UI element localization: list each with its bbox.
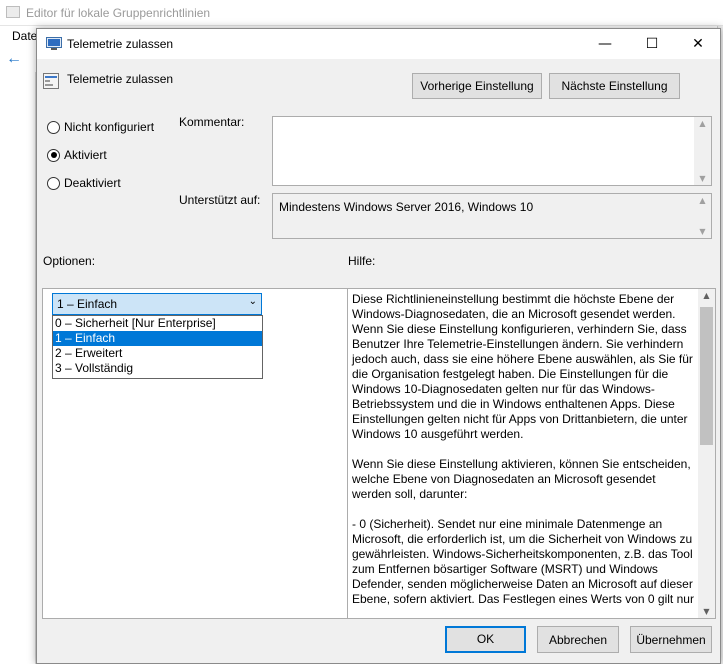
radio-not-configured-circle[interactable]	[47, 120, 60, 134]
telemetry-level-select[interactable]: 1 – Einfach ⌄	[52, 293, 262, 315]
apply-button[interactable]: Übernehmen	[630, 626, 712, 653]
telemetry-level-dropdown: 0 – Sicherheit [Nur Enterprise] 1 – Einf…	[52, 315, 263, 379]
radio-enabled-label: Aktiviert	[64, 148, 107, 162]
options-panel: 1 – Einfach ⌄ 0 – Sicherheit [Nur Enterp…	[42, 288, 367, 619]
help-scrollbar[interactable]: ▲ ▼	[698, 289, 715, 618]
help-scroll-thumb[interactable]	[700, 307, 713, 445]
chevron-down-icon[interactable]: ⌄	[249, 296, 257, 307]
radio-not-configured-label: Nicht konfiguriert	[64, 120, 155, 134]
options-label: Optionen:	[43, 254, 96, 268]
previous-setting-button[interactable]: Vorherige Einstellung	[412, 73, 542, 99]
minimize-icon[interactable]: —	[582, 29, 628, 59]
background-window-title: Editor für lokale Gruppenrichtlinien	[26, 6, 211, 20]
gpedit-app-icon	[6, 6, 20, 18]
close-icon[interactable]: ✕	[675, 29, 721, 59]
scroll-up-icon[interactable]: ▲	[702, 291, 711, 300]
scroll-up-icon[interactable]: ▲	[698, 196, 707, 205]
maximize-icon[interactable]: ☐	[629, 29, 675, 59]
scroll-down-icon[interactable]: ▼	[698, 174, 707, 183]
dropdown-option-full[interactable]: 3 – Vollständig	[53, 361, 262, 376]
background-titlebar: Editor für lokale Gruppenrichtlinien	[0, 0, 723, 26]
dropdown-option-security[interactable]: 0 – Sicherheit [Nur Enterprise]	[53, 316, 262, 331]
radio-enabled[interactable]: Aktiviert	[47, 146, 107, 164]
setting-header-title: Telemetrie zulassen	[67, 72, 174, 86]
help-paragraph: Diese Richtlinieneinstellung bestimmt di…	[352, 292, 693, 441]
radio-not-configured[interactable]: Nicht konfiguriert	[47, 118, 154, 136]
supported-scrollbar[interactable]: ▲ ▼	[694, 194, 711, 238]
help-paragraph: - 0 (Sicherheit). Sendet nur eine minima…	[352, 517, 694, 606]
scroll-down-icon[interactable]: ▼	[702, 607, 711, 616]
policy-setting-icon	[46, 37, 62, 50]
dropdown-option-enhanced[interactable]: 2 – Erweitert	[53, 346, 262, 361]
radio-enabled-circle[interactable]	[47, 148, 60, 162]
dialog-title: Telemetrie zulassen	[67, 37, 174, 51]
telemetry-dialog: Telemetrie zulassen — ☐ ✕ Telemetrie zul…	[36, 28, 721, 664]
comment-scrollbar[interactable]: ▲ ▼	[694, 117, 711, 185]
help-label: Hilfe:	[348, 254, 376, 268]
telemetry-level-value: 1 – Einfach	[57, 297, 118, 311]
radio-disabled-label: Deaktiviert	[64, 176, 121, 190]
background-toolbar: ←	[0, 46, 38, 72]
scroll-down-icon[interactable]: ▼	[698, 227, 707, 236]
help-text: Diese Richtlinieneinstellung bestimmt di…	[352, 292, 697, 618]
supported-on-label: Unterstützt auf:	[179, 193, 261, 207]
dialog-titlebar[interactable]: Telemetrie zulassen — ☐ ✕	[37, 29, 720, 59]
setting-header-icon	[43, 73, 59, 89]
radio-disabled[interactable]: Deaktiviert	[47, 174, 121, 192]
dropdown-option-basic[interactable]: 1 – Einfach	[53, 331, 262, 346]
back-arrow-icon[interactable]: ←	[6, 50, 24, 68]
supported-on-value: Mindestens Windows Server 2016, Windows …	[279, 200, 534, 214]
radio-disabled-circle[interactable]	[47, 176, 60, 190]
comment-label: Kommentar:	[179, 115, 245, 129]
help-paragraph: Wenn Sie diese Einstellung aktivieren, k…	[352, 457, 691, 501]
comment-field[interactable]: ▲ ▼	[272, 116, 712, 186]
menu-datei[interactable]: Date	[12, 29, 37, 43]
scroll-up-icon[interactable]: ▲	[698, 119, 707, 128]
next-setting-button[interactable]: Nächste Einstellung	[549, 73, 680, 99]
supported-on-field: Mindestens Windows Server 2016, Windows …	[272, 193, 712, 239]
ok-button[interactable]: OK	[445, 626, 526, 653]
background-tree-pane	[0, 72, 36, 664]
cancel-button[interactable]: Abbrechen	[537, 626, 619, 653]
help-panel: Diese Richtlinieneinstellung bestimmt di…	[347, 288, 716, 619]
